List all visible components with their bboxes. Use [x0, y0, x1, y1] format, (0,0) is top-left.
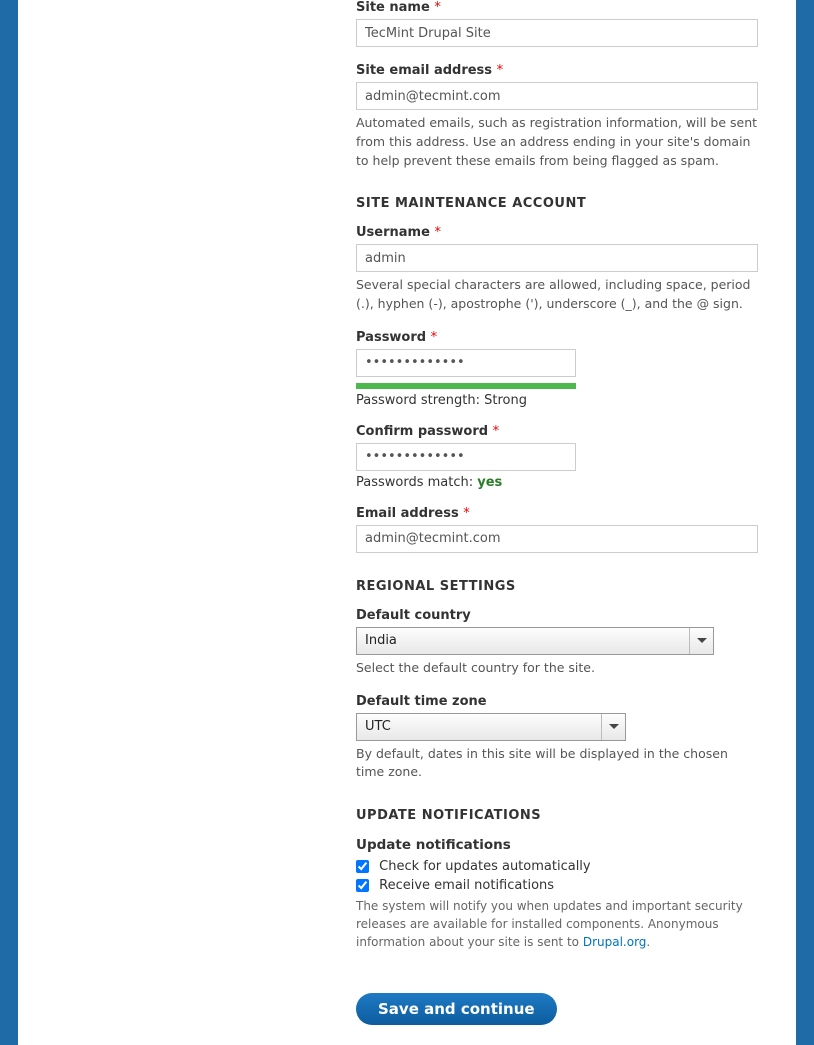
- site-name-field: Site name *: [356, 0, 758, 47]
- password-strength-text: Password strength: Strong: [356, 393, 758, 408]
- username-input[interactable]: [356, 244, 758, 272]
- confirm-password-field: Confirm password * Passwords match: yes: [356, 424, 758, 490]
- drupal-org-link[interactable]: Drupal.org: [583, 935, 647, 949]
- check-updates-row[interactable]: Check for updates automatically: [356, 859, 591, 874]
- default-timezone-field: Default time zone UTC By default, dates …: [356, 694, 758, 783]
- required-marker: *: [493, 424, 500, 439]
- check-updates-checkbox[interactable]: [356, 860, 369, 873]
- update-notifications-group: Update notifications Check for updates a…: [356, 837, 758, 951]
- required-marker: *: [434, 0, 441, 15]
- required-marker: *: [497, 63, 504, 78]
- updates-legend: UPDATE NOTIFICATIONS: [356, 808, 758, 823]
- password-label: Password *: [356, 330, 758, 345]
- username-field: Username * Several special characters ar…: [356, 225, 758, 314]
- username-desc: Several special characters are allowed, …: [356, 276, 758, 314]
- email-notifications-row[interactable]: Receive email notifications: [356, 878, 554, 893]
- default-country-label: Default country: [356, 608, 758, 623]
- password-input[interactable]: [356, 349, 576, 377]
- default-timezone-label: Default time zone: [356, 694, 758, 709]
- admin-email-input[interactable]: [356, 525, 758, 553]
- required-marker: *: [431, 330, 438, 345]
- default-timezone-select[interactable]: UTC: [356, 713, 626, 741]
- site-email-desc: Automated emails, such as registration i…: [356, 114, 758, 170]
- regional-legend: REGIONAL SETTINGS: [356, 579, 758, 594]
- site-name-input[interactable]: [356, 19, 758, 47]
- updates-desc: The system will notify you when updates …: [356, 897, 758, 951]
- required-marker: *: [434, 225, 441, 240]
- site-email-label: Site email address *: [356, 63, 758, 78]
- default-country-select[interactable]: India: [356, 627, 714, 655]
- password-field: Password * Password strength: Strong: [356, 330, 758, 408]
- site-email-input[interactable]: [356, 82, 758, 110]
- email-notifications-checkbox[interactable]: [356, 879, 369, 892]
- username-label: Username *: [356, 225, 758, 240]
- admin-email-field: Email address *: [356, 506, 758, 553]
- admin-email-label: Email address *: [356, 506, 758, 521]
- update-notifications-heading: Update notifications: [356, 837, 758, 853]
- required-marker: *: [463, 506, 470, 521]
- maintenance-legend: SITE MAINTENANCE ACCOUNT: [356, 196, 758, 211]
- default-country-desc: Select the default country for the site.: [356, 659, 758, 678]
- site-email-field: Site email address * Automated emails, s…: [356, 63, 758, 170]
- confirm-password-input[interactable]: [356, 443, 576, 471]
- password-match-text: Passwords match: yes: [356, 475, 758, 490]
- confirm-password-label: Confirm password *: [356, 424, 758, 439]
- save-continue-button[interactable]: Save and continue: [356, 993, 557, 1025]
- password-strength-bar: [356, 383, 576, 389]
- default-timezone-desc: By default, dates in this site will be d…: [356, 745, 758, 783]
- site-name-label: Site name *: [356, 0, 758, 15]
- default-country-field: Default country India Select the default…: [356, 608, 758, 678]
